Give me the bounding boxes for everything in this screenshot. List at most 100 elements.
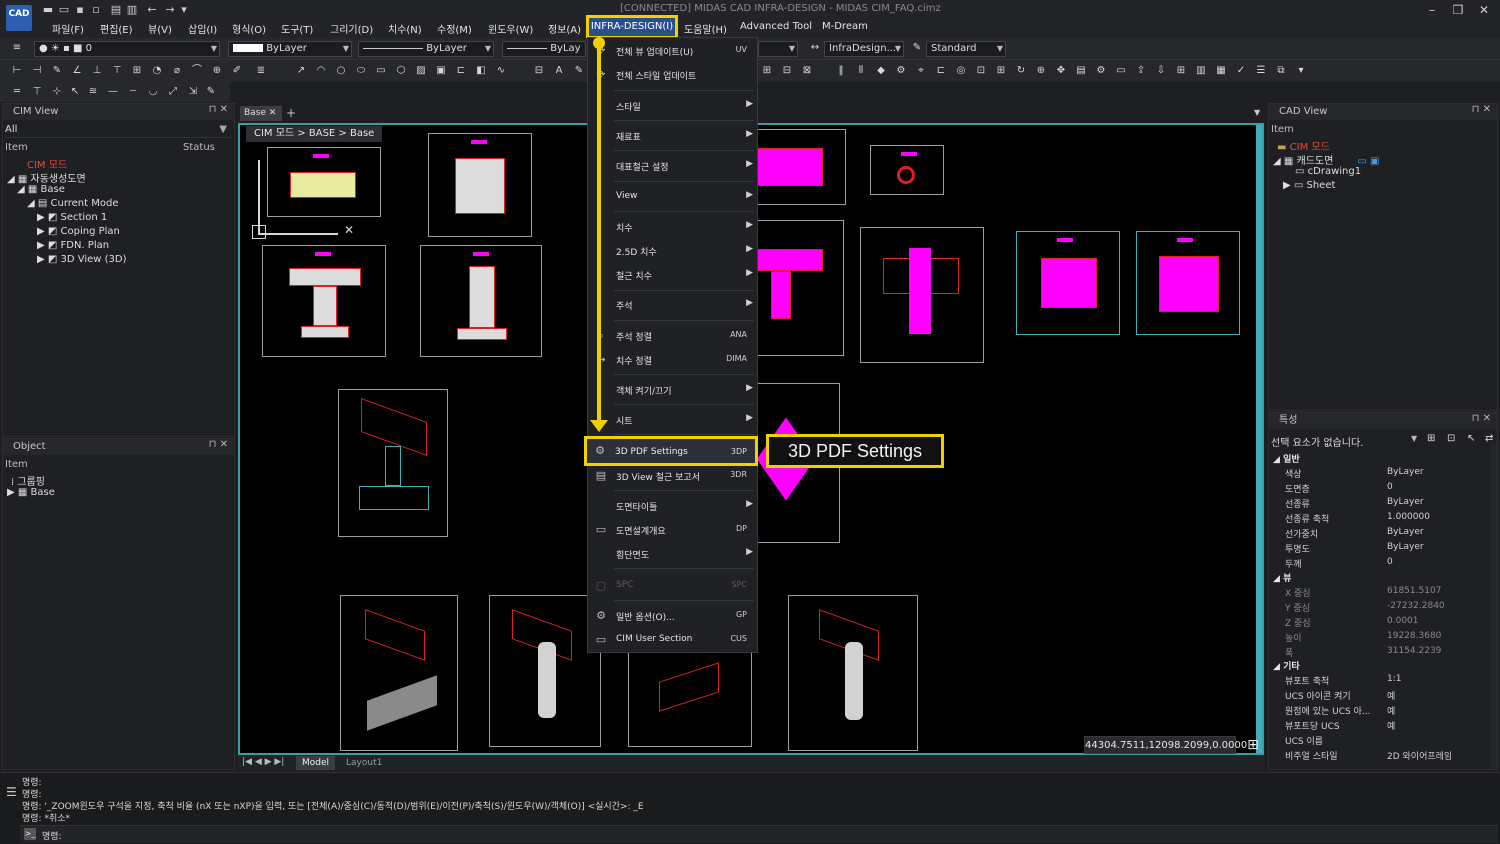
menu-infra-design[interactable]: INFRA-DESIGN(I) <box>586 15 678 39</box>
drawing-sheet[interactable] <box>340 595 458 751</box>
plotstyle-combo[interactable]: ▼ <box>758 41 798 57</box>
menu-25d-dimension[interactable]: 2.5D 치수 ▶ <box>588 241 757 261</box>
menu-design-summary[interactable]: ▭ 도면설계개요 DP <box>588 520 757 540</box>
property-row[interactable]: 선종류 ByLayer <box>1285 497 1485 510</box>
layer-combo[interactable]: ● ☀ ▪ ■ 0 ▼ <box>34 41 220 57</box>
drawing-sheet[interactable] <box>338 389 448 537</box>
menu-file[interactable]: 파일(F) <box>52 21 84 36</box>
scale-icon[interactable]: ⇲ <box>186 85 200 99</box>
dim-continue-icon[interactable]: ⊤ <box>110 64 124 78</box>
menu-m-dream[interactable]: M-Dream <box>822 21 868 35</box>
more-icon[interactable]: ▾ <box>1294 64 1308 78</box>
panel-pin-close-icon[interactable]: ⊓ ✕ <box>1472 104 1491 115</box>
menu-dimension-align[interactable]: ↔ 치수 정렬 DIMA <box>588 350 757 370</box>
tree-grouping[interactable]: ⁞ 그룹핑 <box>11 473 45 488</box>
dim-diameter-icon[interactable]: ⌀ <box>170 64 184 78</box>
save-icon[interactable]: ▪ <box>74 4 86 16</box>
menu-dimension[interactable]: 치수(N) <box>388 21 422 36</box>
check-icon[interactable]: ✓ <box>1234 64 1248 78</box>
grid-icon[interactable]: ⊞ <box>1174 64 1188 78</box>
spline-icon[interactable]: ∿ <box>494 64 508 78</box>
restore-icon[interactable]: ❐ <box>1450 3 1466 17</box>
tree-auto-drawing[interactable]: ◢ ▦ 자동생성도면 <box>7 170 86 185</box>
drawing-sheet[interactable] <box>1136 231 1240 335</box>
drawing-sheet[interactable] <box>748 220 844 356</box>
tab-base[interactable]: Base ✕ <box>240 106 282 121</box>
sheet-icon[interactable]: ▭ <box>1114 64 1128 78</box>
menu-annotation-align[interactable]: ⌕주석 정렬ANA <box>588 326 757 346</box>
section-view[interactable]: ◢ 뷰 <box>1273 571 1291 584</box>
tab-nav-icons[interactable]: |◀ ◀ ▶ ▶| <box>242 757 284 767</box>
pickadd-icon[interactable]: ↖ <box>1467 433 1475 444</box>
property-row[interactable]: UCS 아이콘 켜기 예 <box>1285 689 1485 702</box>
drawing-sheet[interactable] <box>420 245 542 357</box>
dimstyle-combo[interactable]: InfraDesign... ▼ <box>824 41 904 57</box>
region-icon[interactable]: ◧ <box>474 64 488 78</box>
section-misc[interactable]: ◢ 기타 <box>1273 659 1300 672</box>
tree-object-base[interactable]: ▶ ▦ Base <box>7 487 55 498</box>
table-edit-icon[interactable]: ⊟ <box>780 64 794 78</box>
property-row[interactable]: 원점에 있는 UCS 아... 예 <box>1285 704 1485 717</box>
drawing-sheet[interactable] <box>748 129 846 205</box>
quick-select-icon[interactable]: ⊞ <box>1427 433 1435 444</box>
export-icon[interactable]: ⇪ <box>1134 64 1148 78</box>
textstyle-combo[interactable]: Standard ▼ <box>926 41 1006 57</box>
menu-cross-section[interactable]: 횡단면도 ▶ <box>588 544 757 564</box>
drawing-sheet[interactable] <box>1016 231 1120 335</box>
lineweight-combo[interactable]: ByLay <box>502 41 586 57</box>
dimstyle-icon[interactable]: ↔ <box>808 41 822 55</box>
line-icon[interactable]: — <box>106 85 120 99</box>
select-icon[interactable]: ↖ <box>68 85 82 99</box>
dim-aligned-icon[interactable]: ⊣ <box>30 64 44 78</box>
layers-icon[interactable]: ⧉ <box>1274 64 1288 78</box>
dim-linear-icon[interactable]: ⊢ <box>10 64 24 78</box>
menu-dimension[interactable]: 치수 ▶ <box>588 217 757 237</box>
menu-cim-user-section[interactable]: ▭ CIM User Section CUS <box>588 630 757 650</box>
detail-icon[interactable]: ◎ <box>954 64 968 78</box>
drawing-sheet[interactable] <box>870 145 944 195</box>
tree-coping-plan[interactable]: ▶ ◩ Coping Plan <box>37 226 120 237</box>
grid-toggle-icon[interactable]: ⊞ <box>1244 736 1262 754</box>
dim-center-icon[interactable]: ⊕ <box>210 64 224 78</box>
property-row[interactable]: 뷰포트당 UCS 예 <box>1285 719 1485 732</box>
table-icon[interactable]: ⊟ <box>532 64 546 78</box>
undo-icon[interactable]: ← <box>146 4 158 16</box>
mtext-icon[interactable]: ✎ <box>572 64 586 78</box>
tree-base[interactable]: ◢ ▦ Base <box>17 184 65 195</box>
menu-annotation[interactable]: 주석 ▶ <box>588 295 757 315</box>
import-icon[interactable]: ⇩ <box>1154 64 1168 78</box>
circle-icon[interactable]: ○ <box>334 64 348 78</box>
layout-icon[interactable]: ⊞ <box>994 64 1008 78</box>
curve-icon[interactable]: ◡ <box>146 85 160 99</box>
menu-3d-view-rebar-report[interactable]: ▤ 3D View 철근 보고서 3DR <box>588 466 757 486</box>
edit-icon[interactable]: ✎ <box>50 64 64 78</box>
property-row[interactable]: 선종류 축척 1.000000 <box>1285 512 1485 525</box>
menu-3d-pdf-settings[interactable]: ⚙ 3D PDF Settings 3DP <box>584 436 758 466</box>
tree-cim-mode[interactable]: CIM 모드 <box>27 156 67 171</box>
polygon-icon[interactable]: ⬡ <box>394 64 408 78</box>
tree-cdrawing1[interactable]: ▭ cDrawing1 <box>1295 166 1361 177</box>
menu-view[interactable]: View ▶ <box>588 187 757 207</box>
expand-icon[interactable]: ▶ ▦ <box>7 487 31 498</box>
snap-point-icon[interactable]: ⊹ <box>50 85 64 99</box>
menu-rebar-dimension[interactable]: 철근 치수 ▶ <box>588 265 757 285</box>
breadcrumb[interactable]: CIM 모드 > BASE > Base <box>246 126 383 142</box>
arc-icon[interactable]: ◠ <box>314 64 328 78</box>
expand-icon[interactable]: ◢ ▦ <box>17 184 41 195</box>
snap-icon[interactable]: ⌖ <box>914 64 928 78</box>
tree-cad-drawing[interactable]: ◢ ▦ 캐드도면 ▭ ▣ <box>1273 152 1379 167</box>
panel-pin-close-icon[interactable]: ⊓ ✕ <box>1472 413 1491 424</box>
tree-cim-mode[interactable]: ▬ CIM 모드 <box>1277 138 1330 153</box>
redo-icon[interactable]: → <box>164 4 176 16</box>
align-icon[interactable]: ⫴ <box>854 64 868 78</box>
tree-fdn-plan[interactable]: ▶ ◩ FDN. Plan <box>37 240 109 251</box>
dim-angular-icon[interactable]: ∠ <box>70 64 84 78</box>
dim-baseline-icon[interactable]: ⊥ <box>90 64 104 78</box>
menu-draw[interactable]: 그리기(D) <box>330 21 373 36</box>
properties-scrollbar[interactable] <box>1491 443 1497 769</box>
tree-current-mode[interactable]: ◢ ▤ Current Mode <box>27 198 118 209</box>
dim-radius-icon[interactable]: ◔ <box>150 64 164 78</box>
layer-manager-icon[interactable]: ≡ <box>10 41 24 55</box>
add-tab-icon[interactable]: + <box>286 106 296 120</box>
drawing-sheet[interactable] <box>428 133 532 237</box>
